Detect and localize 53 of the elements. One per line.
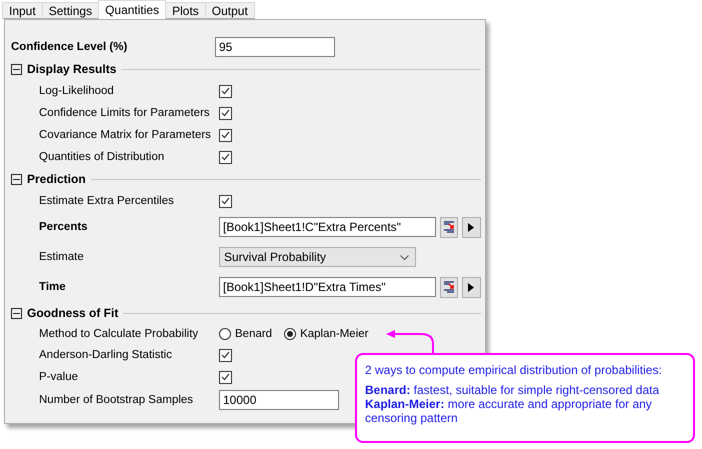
menu-button[interactable] bbox=[462, 276, 481, 298]
field-label: P-value bbox=[38, 371, 79, 383]
field-label: Time bbox=[38, 281, 67, 293]
tab[interactable]: Input bbox=[2, 2, 43, 19]
select-range-button[interactable] bbox=[440, 276, 458, 298]
chevron-down-icon bbox=[400, 254, 409, 260]
checkbox[interactable] bbox=[219, 128, 232, 142]
collapse-icon[interactable] bbox=[11, 308, 22, 318]
tab[interactable]: Output bbox=[204, 2, 255, 19]
range-field[interactable]: [Book1]Sheet1!C"Extra Percents" bbox=[219, 217, 436, 237]
section-title: Prediction bbox=[27, 172, 86, 186]
tab[interactable]: Plots bbox=[165, 2, 206, 19]
tab[interactable]: Settings bbox=[42, 2, 100, 19]
callout-text: Kaplan-Meier: more accurate and appropriate for any censoring pattern bbox=[365, 397, 653, 425]
radio-button[interactable] bbox=[219, 328, 231, 340]
field-label: Covariance Matrix for Parameters bbox=[38, 129, 212, 141]
field-label: Log-Likelihood bbox=[38, 85, 115, 97]
field-label: Estimate Extra Percentiles bbox=[38, 195, 175, 207]
callout-text: Benard: fastest, suitable for simple right-censored data bbox=[365, 383, 660, 397]
field-label: Method to Calculate Probability bbox=[38, 328, 200, 340]
field-label: Number of Bootstrap Samples bbox=[38, 394, 194, 406]
radio-option[interactable]: Kaplan-Meier bbox=[284, 328, 368, 340]
input-field[interactable]: 95 bbox=[215, 37, 335, 57]
dropdown[interactable]: Survival Probability bbox=[219, 247, 416, 267]
triangle-right-icon bbox=[468, 282, 474, 292]
checkbox[interactable] bbox=[219, 150, 232, 164]
checkbox[interactable] bbox=[219, 84, 232, 98]
tab[interactable]: Quantities bbox=[98, 0, 166, 19]
range-field[interactable]: [Book1]Sheet1!D"Extra Times" bbox=[219, 277, 436, 297]
select-range-icon bbox=[442, 221, 455, 233]
section-title: Goodness of Fit bbox=[27, 306, 118, 320]
triangle-right-icon bbox=[468, 222, 474, 232]
select-range-icon bbox=[442, 281, 455, 293]
field-label: Quantities of Distribution bbox=[38, 151, 166, 163]
field-label: Percents bbox=[38, 221, 89, 233]
select-range-button[interactable] bbox=[440, 216, 458, 238]
radio-button[interactable] bbox=[284, 328, 296, 340]
checkbox[interactable] bbox=[219, 106, 232, 120]
input-field[interactable]: 10000 bbox=[219, 390, 339, 410]
checkbox[interactable] bbox=[219, 348, 232, 362]
field-label: Anderson-Darling Statistic bbox=[38, 349, 173, 361]
checkbox[interactable] bbox=[219, 194, 232, 208]
field-label: Estimate bbox=[38, 251, 85, 263]
menu-button[interactable] bbox=[462, 216, 481, 238]
collapse-icon[interactable] bbox=[11, 64, 22, 74]
field-label: Confidence Level (%) bbox=[11, 41, 128, 53]
section-title: Display Results bbox=[27, 62, 116, 76]
collapse-icon[interactable] bbox=[11, 174, 22, 184]
radio-dot-icon bbox=[287, 331, 294, 337]
callout-text: 2 ways to compute empirical distribution of probabilities: bbox=[365, 363, 663, 377]
radio-option[interactable]: Benard bbox=[219, 328, 272, 340]
checkbox[interactable] bbox=[219, 370, 232, 384]
field-label: Confidence Limits for Parameters bbox=[38, 107, 211, 119]
